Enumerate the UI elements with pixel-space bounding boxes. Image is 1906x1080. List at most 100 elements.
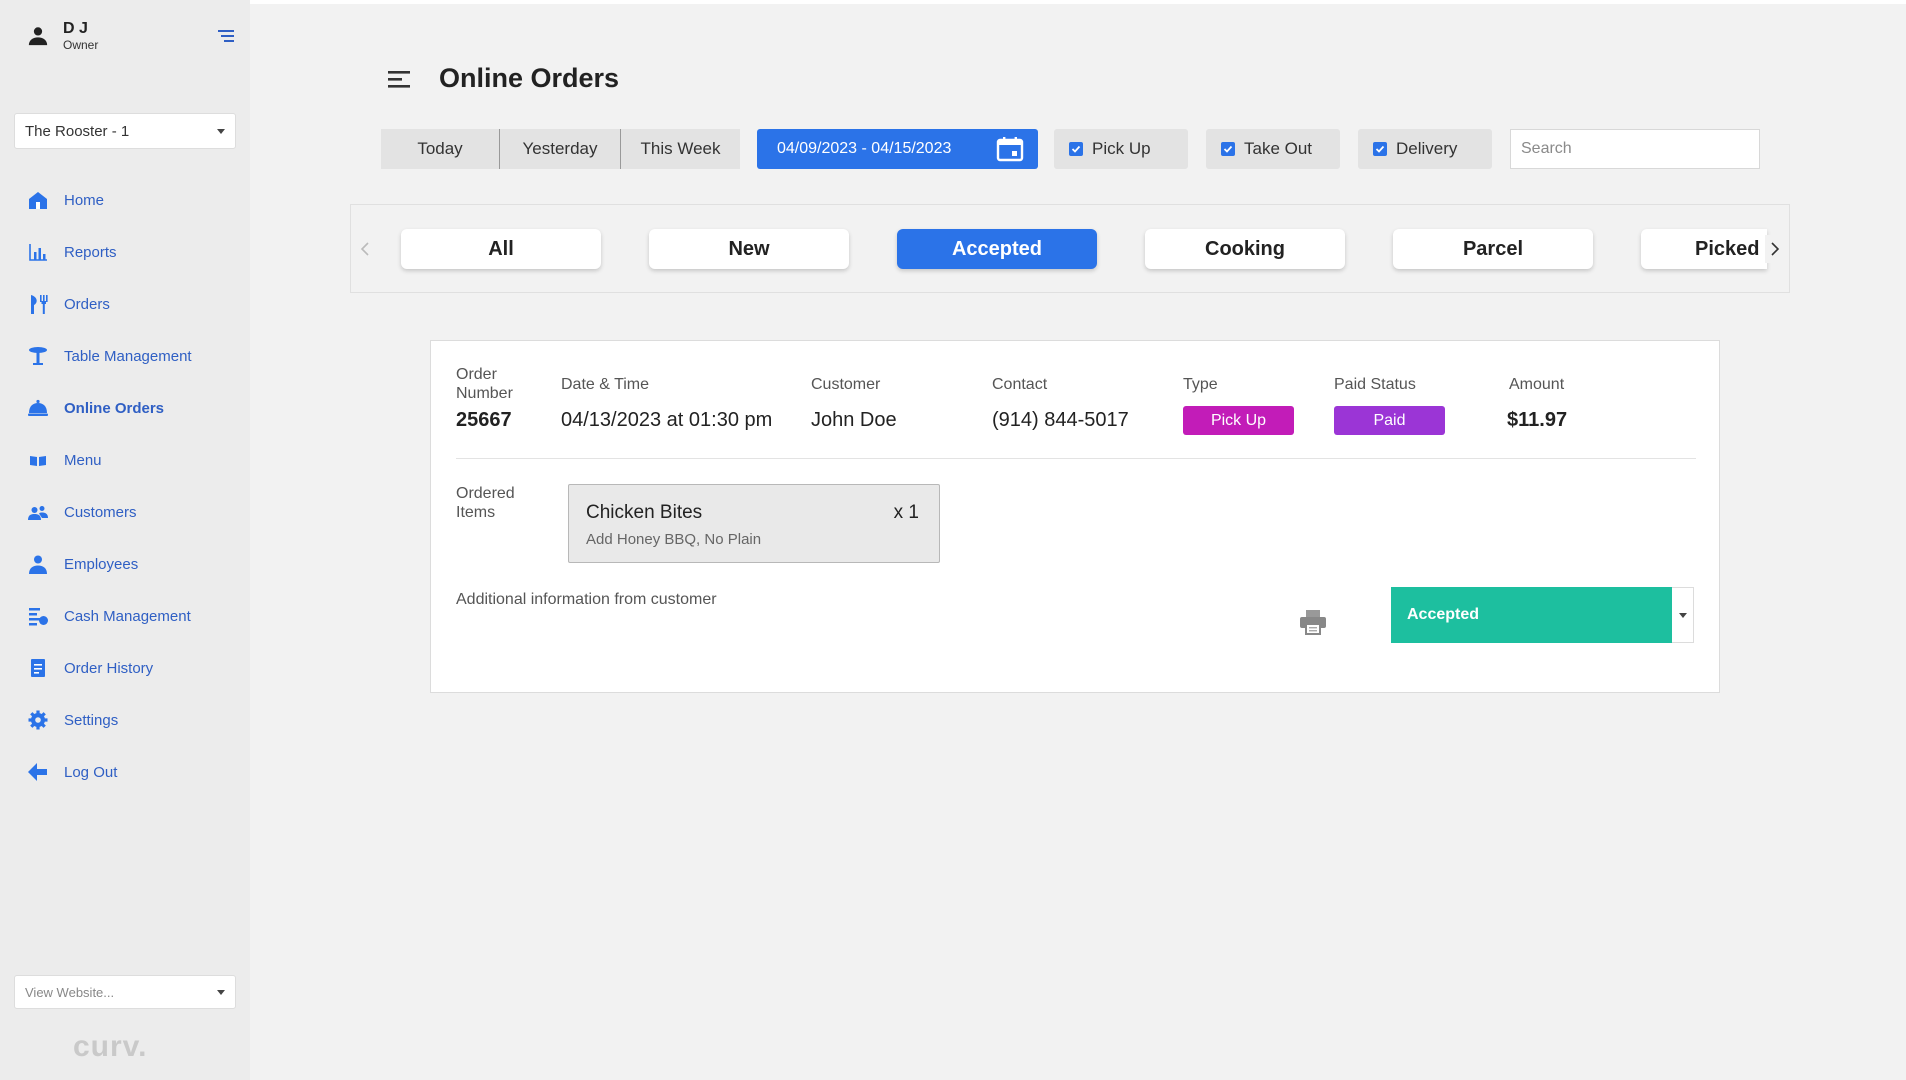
sidebar-item-cash-management[interactable]: Cash Management bbox=[0, 590, 250, 642]
bar-chart-icon bbox=[27, 241, 49, 263]
sidebar-item-settings[interactable]: Settings bbox=[0, 694, 250, 746]
gear-icon bbox=[27, 709, 49, 731]
range-this-week-button[interactable]: This Week bbox=[620, 129, 740, 169]
sidebar-item-label: Order History bbox=[64, 659, 154, 677]
sidebar-item-label: Table Management bbox=[64, 347, 192, 365]
collapse-sidebar-icon[interactable] bbox=[217, 28, 235, 44]
paid-status-badge: Paid bbox=[1334, 406, 1445, 435]
filter-label: Take Out bbox=[1244, 139, 1313, 158]
sidebar-item-label: Menu bbox=[64, 451, 102, 469]
customer-contact: (914) 844-5017 bbox=[992, 409, 1129, 431]
chevron-down-icon bbox=[217, 989, 225, 995]
filter-label: Delivery bbox=[1396, 139, 1458, 158]
checkbox-checked-icon bbox=[1373, 142, 1387, 156]
order-status-select[interactable]: Accepted bbox=[1391, 587, 1694, 643]
order-status-value: Accepted bbox=[1391, 587, 1672, 643]
date-range-picker[interactable]: 04/09/2023 - 04/15/2023 bbox=[757, 129, 1038, 169]
users-icon bbox=[27, 501, 49, 523]
home-icon bbox=[27, 189, 49, 211]
store-select[interactable]: The Rooster - 1 bbox=[14, 113, 236, 149]
tab-parcel[interactable]: Parcel bbox=[1393, 229, 1593, 269]
sidebar-item-label: Employees bbox=[64, 555, 139, 573]
status-tabs: All New Accepted Cooking Parcel Picked U… bbox=[350, 204, 1790, 293]
sidebar-item-customers[interactable]: Customers bbox=[0, 486, 250, 538]
date-range-presets: Today Yesterday This Week bbox=[381, 129, 740, 169]
additional-info-label: Additional information from customer bbox=[456, 591, 717, 608]
user-role: Owner bbox=[63, 38, 99, 52]
cloche-icon bbox=[27, 397, 49, 419]
type-label: Type bbox=[1183, 376, 1218, 393]
sidebar-item-employees[interactable]: Employees bbox=[0, 538, 250, 590]
date-range-value: 04/09/2023 - 04/15/2023 bbox=[777, 140, 952, 157]
store-select-value: The Rooster - 1 bbox=[25, 122, 130, 140]
chevron-down-icon bbox=[217, 128, 225, 134]
brand-logo: curv. bbox=[73, 1030, 148, 1063]
tabs-scroll-right-icon[interactable] bbox=[1765, 235, 1785, 263]
filter-take-out-checkbox[interactable]: Take Out bbox=[1206, 129, 1340, 169]
order-type-badge: Pick Up bbox=[1183, 406, 1294, 435]
user-info: D J Owner bbox=[27, 20, 98, 52]
order-datetime: 04/13/2023 at 01:30 pm bbox=[561, 409, 773, 431]
search-input[interactable] bbox=[1510, 129, 1760, 169]
menu-book-icon bbox=[27, 449, 49, 471]
sidebar-item-menu[interactable]: Menu bbox=[0, 434, 250, 486]
customer-label: Customer bbox=[811, 376, 881, 393]
paid-status-label: Paid Status bbox=[1334, 376, 1416, 393]
view-website-placeholder: View Website... bbox=[25, 984, 115, 1000]
utensils-icon bbox=[27, 293, 49, 315]
amount-label: Amount bbox=[1509, 376, 1565, 393]
sidebar-item-label: Home bbox=[64, 191, 105, 209]
filter-pick-up-checkbox[interactable]: Pick Up bbox=[1054, 129, 1188, 169]
tab-new[interactable]: New bbox=[649, 229, 849, 269]
user-name: D J bbox=[63, 20, 88, 37]
sidebar-item-log-out[interactable]: Log Out bbox=[0, 746, 250, 798]
item-name: Chicken Bites bbox=[586, 502, 703, 523]
cash-icon bbox=[27, 605, 49, 627]
tab-cooking[interactable]: Cooking bbox=[1145, 229, 1345, 269]
sidebar-item-label: Cash Management bbox=[64, 607, 191, 625]
sidebar-item-label: Reports bbox=[64, 243, 117, 261]
checkbox-checked-icon bbox=[1221, 142, 1235, 156]
tab-picked-up[interactable]: Picked Up bbox=[1641, 229, 1767, 269]
chevron-down-icon bbox=[1678, 612, 1687, 618]
sidebar-item-orders[interactable]: Orders bbox=[0, 278, 250, 330]
page-title: Online Orders bbox=[439, 63, 620, 93]
sidebar-item-home[interactable]: Home bbox=[0, 174, 250, 226]
printer-icon[interactable] bbox=[1298, 608, 1328, 636]
hamburger-menu-icon[interactable] bbox=[388, 69, 410, 89]
tabs-scroll-left-icon[interactable] bbox=[355, 235, 375, 263]
range-today-button[interactable]: Today bbox=[381, 129, 499, 169]
list-item: Chicken Bites x 1 Add Honey BBQ, No Plai… bbox=[568, 484, 940, 563]
contact-label: Contact bbox=[992, 376, 1048, 393]
order-amount: $11.97 bbox=[1507, 409, 1568, 431]
sidebar-item-label: Settings bbox=[64, 711, 119, 729]
card-divider bbox=[456, 458, 1696, 459]
sidebar-item-online-orders[interactable]: Online Orders bbox=[0, 382, 250, 434]
view-website-select[interactable]: View Website... bbox=[14, 975, 236, 1009]
sidebar-item-label: Customers bbox=[64, 503, 137, 521]
item-quantity: x 1 bbox=[893, 502, 919, 523]
tab-accepted[interactable]: Accepted bbox=[897, 229, 1097, 269]
status-chevron-down-icon[interactable] bbox=[1672, 587, 1694, 643]
filter-label: Pick Up bbox=[1092, 139, 1151, 158]
order-number-label: Order Number bbox=[456, 366, 513, 402]
filter-delivery-checkbox[interactable]: Delivery bbox=[1358, 129, 1492, 169]
sidebar-item-order-history[interactable]: Order History bbox=[0, 642, 250, 694]
sidebar: D J Owner The Rooster - 1 Home Reports O… bbox=[0, 0, 250, 1080]
tab-all[interactable]: All bbox=[401, 229, 601, 269]
item-modifiers: Add Honey BBQ, No Plain bbox=[586, 531, 762, 548]
sidebar-item-label: Log Out bbox=[64, 763, 118, 781]
sidebar-item-label: Orders bbox=[64, 295, 110, 313]
order-number: 25667 bbox=[456, 409, 512, 431]
arrow-left-icon bbox=[27, 761, 49, 783]
main-top-edge bbox=[250, 0, 1906, 4]
document-icon bbox=[27, 657, 49, 679]
checkbox-checked-icon bbox=[1069, 142, 1083, 156]
sidebar-item-label: Online Orders bbox=[64, 399, 165, 417]
sidebar-item-reports[interactable]: Reports bbox=[0, 226, 250, 278]
order-card: Order Number Date & Time Customer Contac… bbox=[430, 340, 1720, 693]
range-yesterday-button[interactable]: Yesterday bbox=[499, 129, 620, 169]
customer-name: John Doe bbox=[811, 409, 897, 431]
sidebar-item-table-management[interactable]: Table Management bbox=[0, 330, 250, 382]
table-icon bbox=[27, 345, 49, 367]
